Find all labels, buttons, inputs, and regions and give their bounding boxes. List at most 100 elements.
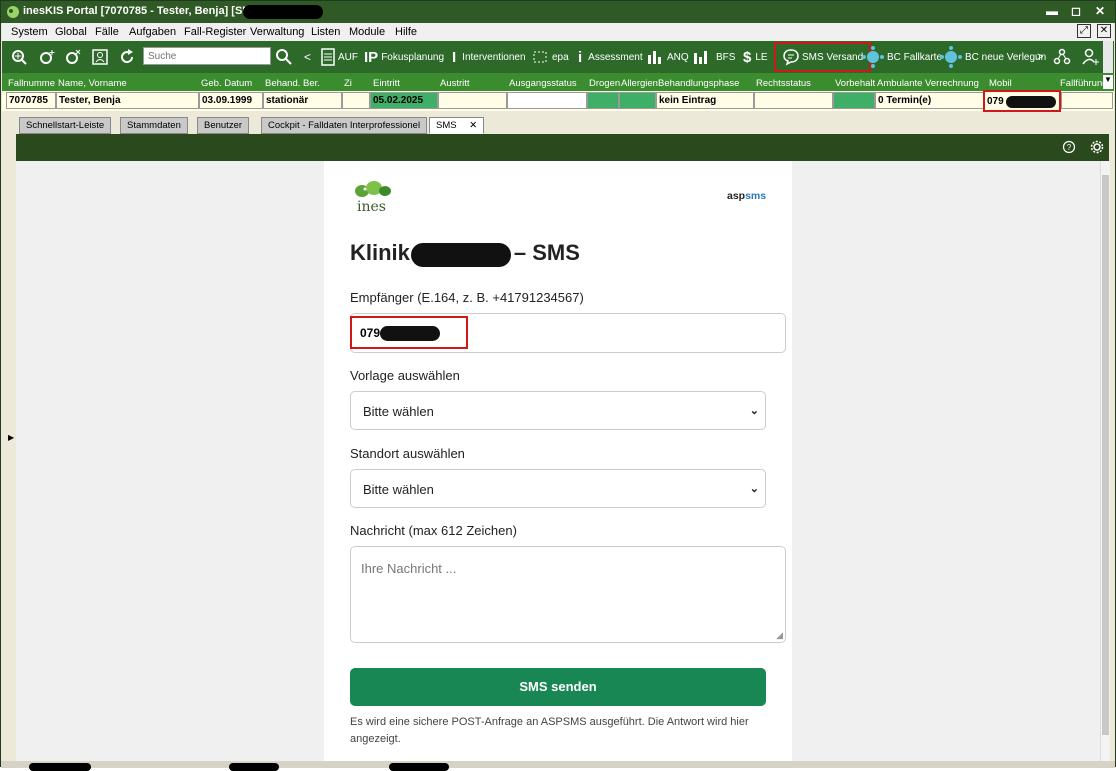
- refresh-icon: [121, 49, 134, 64]
- col-fallnummer: Fallnumme: [8, 78, 55, 89]
- tab-close-icon[interactable]: ✕: [469, 120, 477, 131]
- tab-cockpit[interactable]: Cockpit - Falldaten Interprofessionel: [261, 117, 428, 134]
- message-textarea[interactable]: Ihre Nachricht ... ◢: [350, 546, 786, 643]
- app-window: inesKIS Portal [7070785 - Tester, Benja]…: [0, 0, 1116, 771]
- share-button[interactable]: [1052, 41, 1074, 73]
- restore-icon[interactable]: ⤢: [1077, 24, 1091, 38]
- side-collapse-icon[interactable]: ▶: [8, 433, 14, 442]
- anq-button[interactable]: ANQ: [647, 41, 689, 73]
- user-add-button[interactable]: [1080, 41, 1102, 73]
- menu-system[interactable]: System: [11, 26, 48, 38]
- menu-verwaltung[interactable]: Verwaltung: [250, 26, 304, 38]
- fokusplanung-button[interactable]: IP Fokusplanung: [364, 41, 444, 73]
- cell-ambulante-verrechnung: 0 Termin(e): [875, 92, 985, 109]
- cell-name: Tester, Benja: [56, 92, 199, 109]
- network-icon: [940, 46, 962, 68]
- help-icon[interactable]: ?: [1062, 140, 1076, 154]
- vertical-scrollbar[interactable]: [1100, 161, 1110, 761]
- sms-versand-button[interactable]: SMS Versand: [774, 42, 872, 72]
- minimize-icon[interactable]: ▬: [1045, 4, 1059, 18]
- bfs-button[interactable]: BFS: [693, 41, 735, 73]
- search-input[interactable]: [143, 47, 271, 65]
- send-sms-button[interactable]: SMS senden: [350, 668, 766, 706]
- id-card-icon: [92, 49, 108, 65]
- assessment-label: Assessment: [588, 51, 643, 63]
- cell-allergien: [619, 92, 656, 109]
- panel-header: ?: [16, 134, 1109, 161]
- tab-schnellstart[interactable]: Schnellstart-Leiste: [19, 117, 112, 134]
- logo-text: ines: [357, 199, 386, 215]
- cell-austritt: [438, 92, 507, 109]
- toolbar-scroll[interactable]: [1103, 41, 1113, 73]
- chevron-down-icon: ⌄: [749, 483, 759, 495]
- menu-module[interactable]: Module: [349, 26, 385, 38]
- toolbar: < AUF IP Fokusplanung I Interventionen e…: [2, 41, 1114, 73]
- le-button[interactable]: $ LE: [743, 41, 768, 73]
- settings-plus-button[interactable]: [38, 41, 58, 73]
- scroll-thumb[interactable]: [1102, 175, 1109, 735]
- tab-benutzer[interactable]: Benutzer: [197, 117, 250, 134]
- col-geb-datum: Geb. Datum: [201, 78, 253, 89]
- menu-aufgaben[interactable]: Aufgaben: [129, 26, 176, 38]
- header-dropdown-icon[interactable]: ▼: [1103, 75, 1113, 89]
- tab-sms[interactable]: SMS ✕: [429, 117, 485, 134]
- maximize-icon[interactable]: ◻: [1069, 4, 1083, 18]
- gear-icon[interactable]: [1090, 140, 1104, 154]
- menu-listen[interactable]: Listen: [311, 26, 340, 38]
- resize-handle-icon[interactable]: ◢: [776, 630, 783, 641]
- col-ausgangsstatus: Ausgangsstatus: [509, 78, 577, 89]
- bar-chart-icon: [648, 51, 661, 64]
- ip-icon: IP: [364, 48, 379, 66]
- bc-neue-verlegung-label: BC neue Verlegun: [965, 51, 1047, 63]
- interventionen-label: Interventionen: [462, 51, 526, 63]
- col-behand-ber: Behand. Ber.: [265, 78, 320, 89]
- bc-fallkarte-label: BC Fallkarte: [887, 51, 943, 63]
- document-icon: [321, 48, 335, 66]
- col-ambulante-verrechnung: Ambulante Verrechnung: [877, 78, 979, 89]
- template-select[interactable]: Bitte wählen ⌄: [350, 391, 766, 430]
- search-button[interactable]: [275, 41, 295, 73]
- col-name: Name, Vorname: [58, 78, 127, 89]
- location-label: Standort auswählen: [350, 446, 465, 461]
- col-austritt: Austritt: [440, 78, 470, 89]
- fokusplanung-label: Fokusplanung: [381, 51, 445, 63]
- auf-button[interactable]: AUF: [320, 41, 358, 73]
- assessment-button[interactable]: i Assessment: [578, 41, 643, 73]
- cell-behandlungsphase: kein Eintrag: [656, 92, 754, 109]
- chat-bubble-icon: [783, 49, 799, 66]
- interventionen-button[interactable]: I Interventionen: [452, 41, 526, 73]
- recipient-value: 079: [360, 326, 381, 340]
- tab-bar: Schnellstart-Leiste Stammdaten Benutzer …: [2, 114, 1114, 134]
- tab-stammdaten[interactable]: Stammdaten: [120, 117, 188, 134]
- message-placeholder: Ihre Nachricht ...: [361, 561, 457, 576]
- epa-button[interactable]: epa: [532, 41, 569, 73]
- window-title: inesKIS Portal [7070785 - Tester, Benja]…: [23, 5, 276, 17]
- redaction: [29, 763, 91, 771]
- back-button[interactable]: <: [304, 41, 311, 73]
- bar-chart-icon: [694, 51, 707, 64]
- location-select[interactable]: Bitte wählen ⌄: [350, 469, 766, 508]
- settings-remove-button[interactable]: [64, 41, 84, 73]
- add-case-button[interactable]: [10, 41, 30, 73]
- cell-zi: [342, 92, 370, 109]
- title-end: – SMS: [513, 240, 580, 265]
- patient-row[interactable]: 7070785 Tester, Benja 03.09.1999 station…: [2, 90, 1114, 112]
- close-doc-icon[interactable]: ✕: [1097, 24, 1111, 38]
- menu-fall-register[interactable]: Fall-Register: [184, 26, 246, 38]
- toolbar-more-button[interactable]: >: [1037, 41, 1043, 73]
- close-icon[interactable]: ✕: [1093, 4, 1107, 18]
- message-label: Nachricht (max 612 Zeichen): [350, 523, 517, 538]
- patient-card-button[interactable]: [91, 41, 111, 73]
- refresh-button[interactable]: [118, 41, 138, 73]
- menu-faelle[interactable]: Fälle: [95, 26, 119, 38]
- app-logo-icon: [7, 6, 19, 18]
- menu-hilfe[interactable]: Hilfe: [395, 26, 417, 38]
- gear-plus-icon: [40, 50, 55, 64]
- bc-fallkarte-button[interactable]: BC Fallkarte: [861, 41, 942, 73]
- dotted-grid-icon: [533, 51, 547, 63]
- cell-mobil: 079: [983, 90, 1061, 112]
- menu-global[interactable]: Global: [55, 26, 87, 38]
- svg-text:?: ?: [1067, 143, 1072, 152]
- redaction: [380, 326, 440, 341]
- bc-neue-verlegung-button[interactable]: BC neue Verlegun: [939, 41, 1046, 73]
